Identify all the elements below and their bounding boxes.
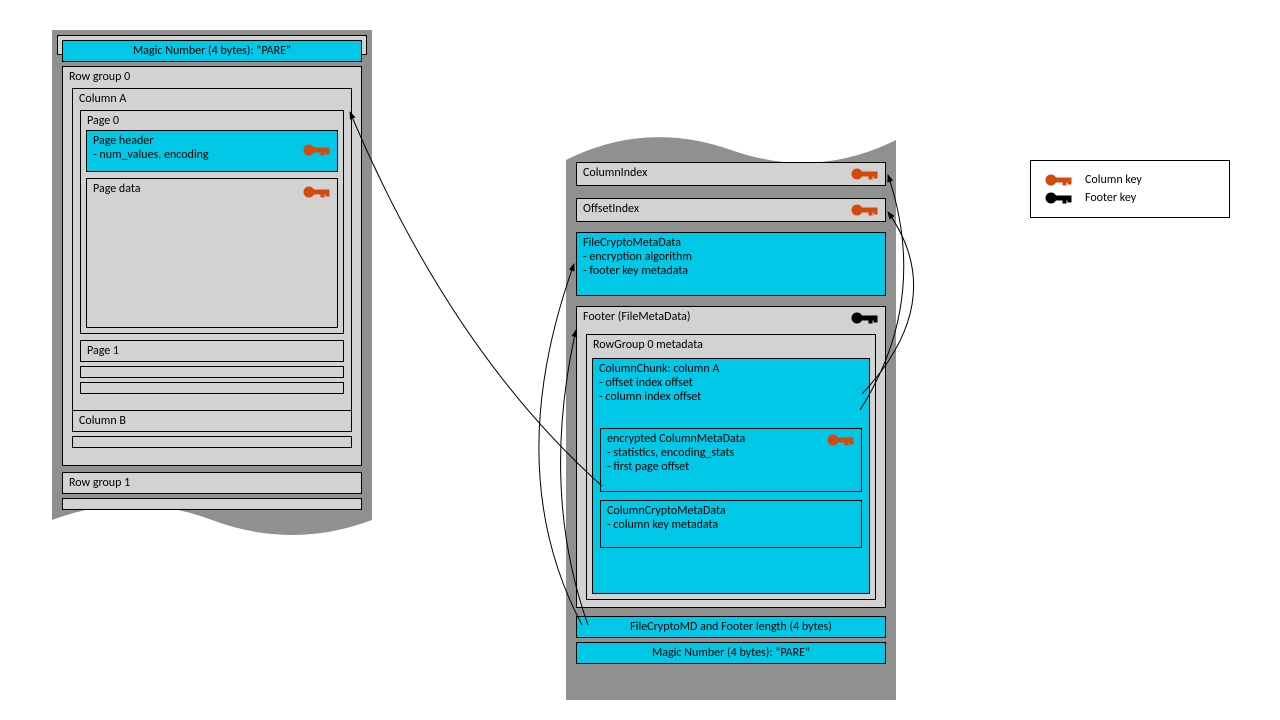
key-icon <box>1045 173 1073 187</box>
ph-line2: - num_values, encoding <box>93 148 209 162</box>
rowgroup-1: Row group 1 <box>62 472 362 494</box>
legend-footer-key: Footer key <box>1045 191 1215 205</box>
key-icon <box>851 167 879 181</box>
colA-label: Column A <box>79 92 126 106</box>
ph-line1: Page header <box>93 134 153 148</box>
rg0-label: Row group 0 <box>69 70 130 84</box>
encrypted-column-metadata: encrypted ColumnMetaData - statistics, e… <box>600 428 862 492</box>
chunk-line2: - offset index offset <box>599 376 693 390</box>
file-crypto-metadata: FileCryptoMetaData - encryption algorith… <box>576 232 886 296</box>
page-header: Page header - num_values, encoding <box>86 130 338 172</box>
ccmd-line1: ColumnCryptoMetaData <box>607 504 726 518</box>
enc-line2: - statistics, encoding_stats <box>607 446 734 460</box>
legend-foot-label: Footer key <box>1085 191 1136 205</box>
magic-bottom: Magic Number (4 bytes): “PARE” <box>576 642 886 664</box>
column-index: ColumnIndex <box>576 162 886 186</box>
fcmd-line2: - encryption algorithm <box>583 250 692 264</box>
rg0meta-label: RowGroup 0 metadata <box>593 338 703 352</box>
key-icon <box>851 311 879 325</box>
key-icon <box>303 143 331 157</box>
page-ellipsis <box>80 366 344 378</box>
page-data: Page data <box>86 178 338 328</box>
legend-column-key: Column key <box>1045 173 1215 187</box>
fcmd-line1: FileCryptoMetaData <box>583 236 681 250</box>
enc-line3: - first page offset <box>607 460 689 474</box>
enc-line1: encrypted ColumnMetaData <box>607 432 745 446</box>
fcmd-line3: - footer key metadata <box>583 264 688 278</box>
key-icon <box>851 203 879 217</box>
column-index-label: ColumnIndex <box>583 166 647 180</box>
chunk-line3: - column index offset <box>599 390 701 404</box>
page0-label: Page 0 <box>87 114 119 128</box>
chunk-line1: ColumnChunk: column A <box>599 362 719 376</box>
key-icon <box>303 185 331 199</box>
offset-index: OffsetIndex <box>576 198 886 222</box>
rowgroup-ellipsis <box>62 498 362 510</box>
page-data-label: Page data <box>93 182 140 196</box>
page-1: Page 1 <box>80 340 344 362</box>
legend: Column key Footer key <box>1030 160 1230 218</box>
offset-index-label: OffsetIndex <box>583 202 639 216</box>
length-footer: FileCryptoMD and Footer length (4 bytes) <box>576 616 886 638</box>
column-crypto-metadata: ColumnCryptoMetaData - column key metada… <box>600 500 862 548</box>
rg1-label: Row group 1 <box>69 476 130 490</box>
ccmd-line2: - column key metadata <box>607 518 718 532</box>
magic-top: Magic Number (4 bytes): “PARE” <box>62 40 362 62</box>
colB-label: Column B <box>79 414 126 428</box>
key-icon <box>1045 191 1073 205</box>
footer-label: Footer (FileMetaData) <box>583 310 690 324</box>
page-ellipsis2 <box>80 382 344 394</box>
page1-label: Page 1 <box>87 344 119 358</box>
key-icon <box>827 433 855 447</box>
column-b: Column B <box>72 410 352 432</box>
column-ellipsis <box>72 436 352 448</box>
legend-col-label: Column key <box>1085 173 1142 187</box>
